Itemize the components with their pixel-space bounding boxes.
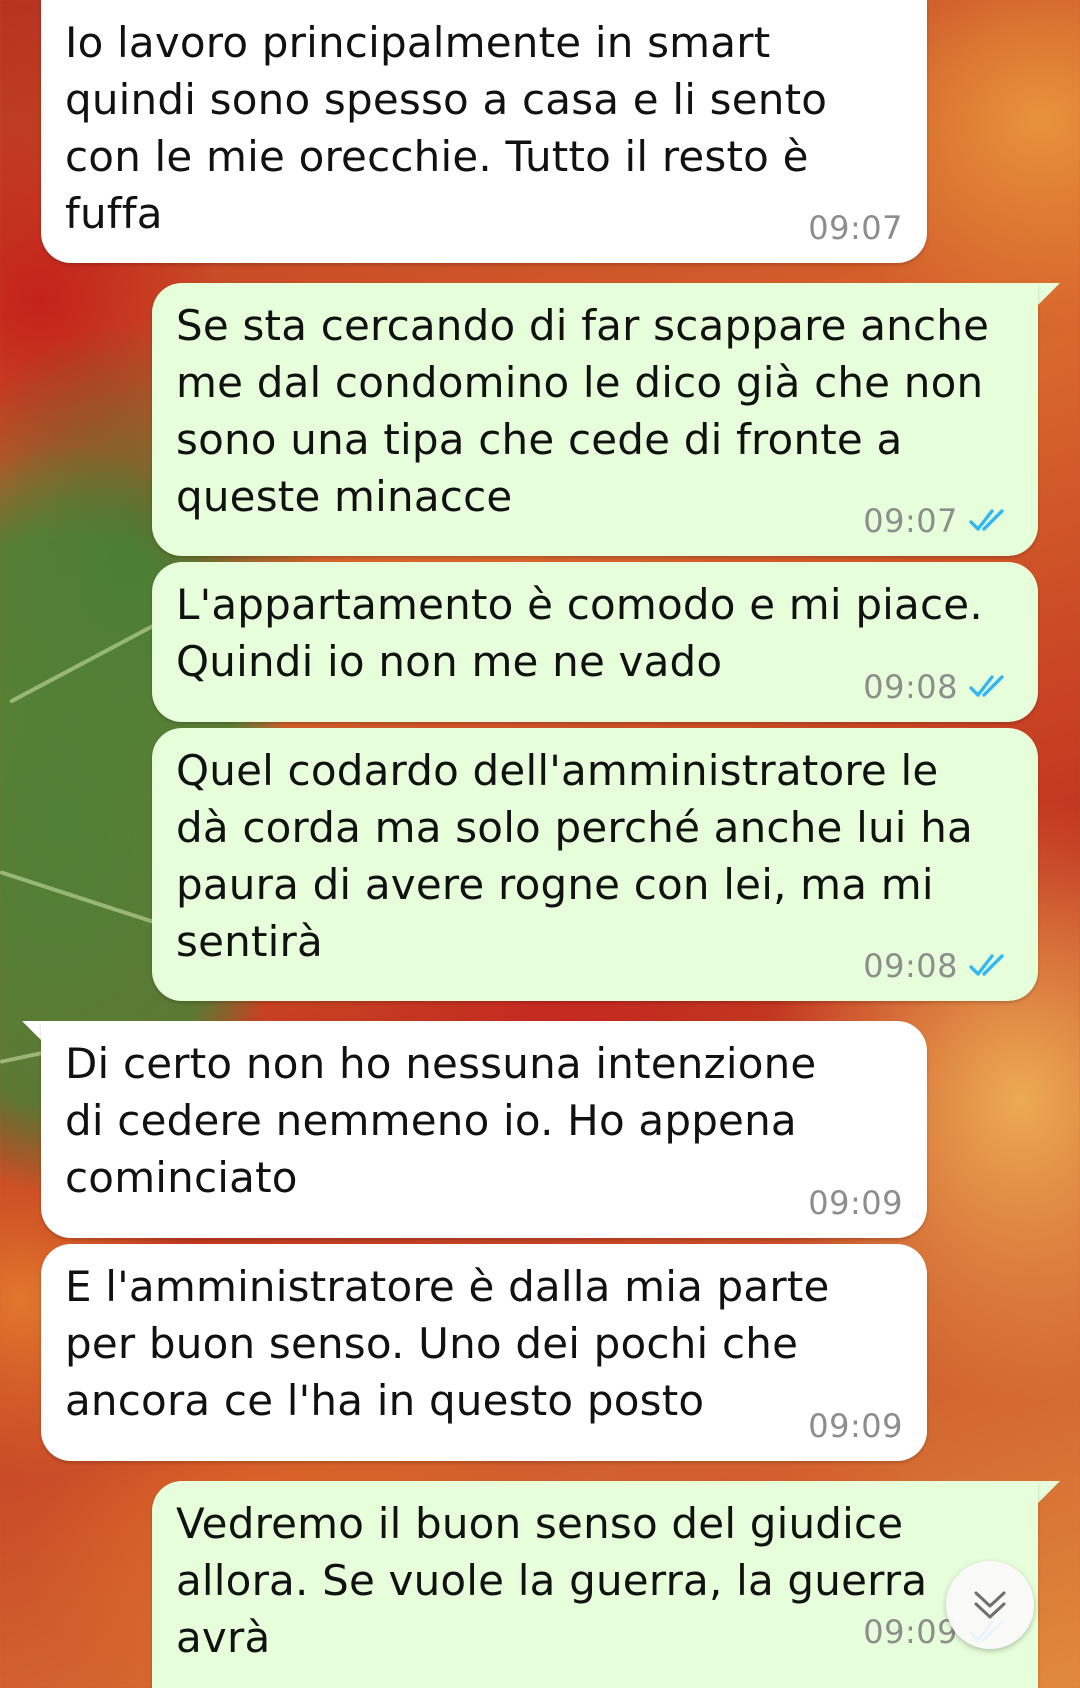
message-time: 09:09 — [808, 1407, 903, 1445]
message-time: 09:07 — [808, 209, 903, 247]
message-time: 09:09 — [863, 1613, 958, 1651]
message-meta: 09:07 — [863, 502, 1014, 540]
scroll-to-bottom-button[interactable] — [946, 1561, 1034, 1649]
message-time: 09:08 — [863, 668, 958, 706]
message-time: 09:09 — [808, 1184, 903, 1222]
message-bubble-incoming[interactable]: E l'amministratore è dalla mia parte per… — [41, 1244, 927, 1461]
double-check-icon — [969, 675, 1004, 697]
chevron-double-down-icon — [974, 1591, 1006, 1619]
message-time: 09:07 — [863, 502, 958, 540]
message-bubble-outgoing[interactable]: L'appartamento è comodo e mi piace. Quin… — [152, 562, 1038, 722]
message-meta: 09:07 — [808, 209, 903, 247]
message-meta: 09:09 — [808, 1184, 903, 1222]
message-bubble-incoming[interactable]: Di certo non ho nessuna intenzione di ce… — [41, 1021, 927, 1238]
message-text: Di certo non ho nessuna intenzione di ce… — [65, 1039, 817, 1202]
message-meta: 09:09 — [808, 1407, 903, 1445]
chat-conversation: Io lavoro principalmente in smart quindi… — [0, 0, 1080, 1688]
message-bubble-outgoing[interactable]: Se sta cercando di far scappare anche me… — [152, 283, 1038, 556]
message-text: Quel codardo dell'amministratore le dà c… — [176, 746, 973, 966]
message-bubble-incoming[interactable]: Io lavoro principalmente in smart quindi… — [41, 0, 927, 263]
message-meta: 09:08 — [863, 668, 1014, 706]
message-meta: 09:08 — [863, 947, 1014, 985]
message-text: Io lavoro principalmente in smart quindi… — [65, 18, 828, 238]
message-time: 09:08 — [863, 947, 958, 985]
message-bubble-outgoing[interactable]: Quel codardo dell'amministratore le dà c… — [152, 728, 1038, 1001]
double-check-icon — [969, 509, 1004, 531]
double-check-icon — [969, 954, 1004, 976]
message-bubble-outgoing[interactable]: Vedremo il buon senso del giudice allora… — [152, 1481, 1038, 1688]
message-text: Se sta cercando di far scappare anche me… — [176, 301, 990, 521]
message-text: E l'amministratore è dalla mia parte per… — [65, 1262, 830, 1425]
